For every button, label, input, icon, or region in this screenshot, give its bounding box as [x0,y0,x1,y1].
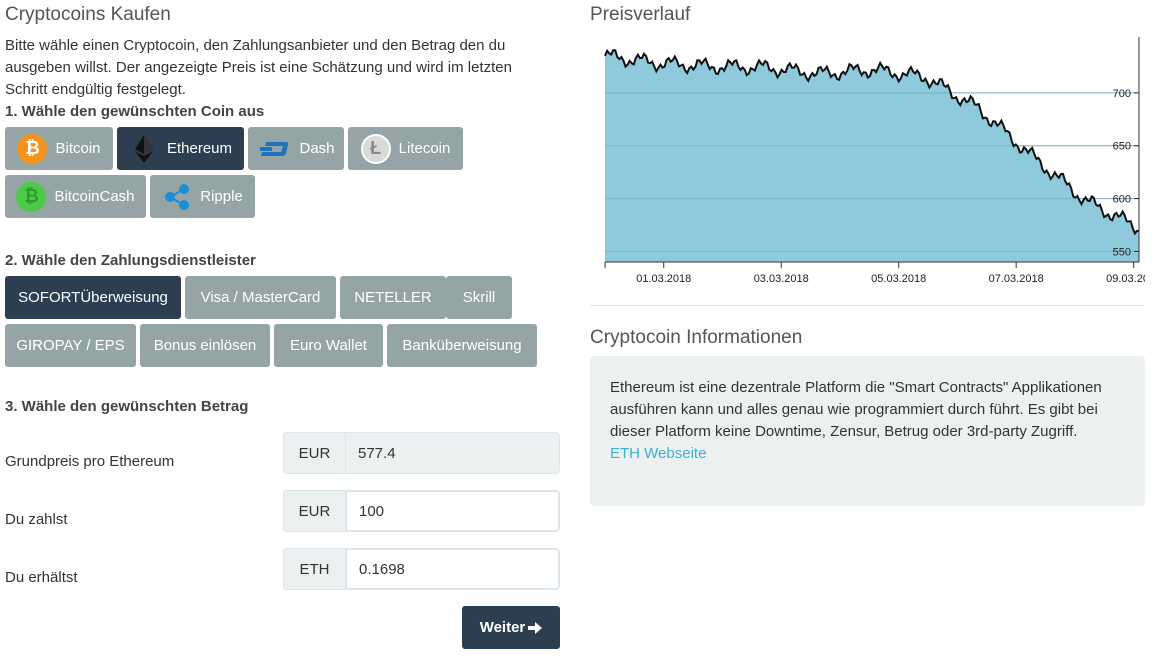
provider-button-bankueberweisung[interactable]: Banküberweisung [387,324,537,367]
step3-heading: 3. Wähle den gewünschten Betrag [5,398,249,415]
pay-amount-label: Du zahlst [5,511,68,528]
coin-label: Litecoin [398,140,451,157]
coin-label: Ethereum [166,140,233,157]
coin-label: BitcoinCash [54,188,135,205]
step2-heading: 2. Wähle den Zahlungsdienstleister [5,252,256,269]
coin-label: Ripple [200,188,243,205]
arrow-right-icon [528,621,543,634]
coin-button-ripple[interactable]: Ripple [150,175,255,218]
provider-button-giropay[interactable]: GIROPAY / EPS [5,324,136,367]
step1-heading: 1. Wähle den gewünschten Coin aus [5,103,265,120]
ripple-icon [162,182,192,212]
weiter-button[interactable]: Weiter [462,606,560,649]
dash-icon [257,134,291,164]
info-box: Ethereum ist eine dezentrale Platform di… [590,356,1145,506]
coin-button-bitcoincash[interactable]: ₿ BitcoinCash [5,175,146,218]
y-tick-label: 600 [1113,194,1131,206]
price-chart-svg: 550 600 650 700 01.03.2018 03.03.2018 05.03.20… [604,37,1153,285]
base-price-field: 577.4 [345,432,560,474]
coin-label: Bitcoin [55,140,101,157]
eth-website-link[interactable]: ETH Webseite [610,445,706,462]
pay-amount-unit: EUR [283,490,345,532]
intro-text: Bitte wähle einen Cryptocoin, den Zahlun… [5,37,512,98]
coin-button-ethereum[interactable]: Ethereum [117,127,244,170]
chart-title: Preisverlauf [590,4,691,25]
coin-button-litecoin[interactable]: Ł Litecoin [348,127,463,170]
provider-button-visa-mastercard[interactable]: Visa / MasterCard [185,276,336,319]
provider-button-skrill[interactable]: Skrill [446,276,512,319]
base-price-unit: EUR [283,432,345,474]
price-area [605,50,1139,263]
receive-amount-label: Du erhältst [5,569,78,586]
y-tick-label: 550 [1113,246,1131,258]
coin-button-dash[interactable]: Dash [248,127,344,170]
page-title: Cryptocoins Kaufen [5,4,171,25]
x-tick-label: 05.03.2018 [871,273,926,285]
base-price-label: Grundpreis pro Ethereum [5,453,175,470]
x-tick-label: 03.03.2018 [754,273,809,285]
ethereum-icon [129,134,159,164]
provider-button-neteller[interactable]: NETELLER [340,276,446,319]
provider-button-sofort[interactable]: SOFORTÜberweisung [5,276,181,319]
receive-amount-unit: ETH [283,548,345,590]
divider [590,305,1145,306]
coin-button-bitcoin[interactable]: ₿ Bitcoin [5,127,113,170]
x-tick-label: 07.03.2018 [989,273,1044,285]
pay-amount-input[interactable]: 100 [345,490,560,532]
info-title: Cryptocoin Informationen [590,327,803,348]
provider-button-euro-wallet[interactable]: Euro Wallet [274,324,383,367]
provider-button-bonus[interactable]: Bonus einlösen [140,324,270,367]
y-tick-label: 700 [1113,88,1131,100]
info-text: Ethereum ist eine dezentrale Platform di… [610,379,1102,440]
coin-label: Dash [299,140,335,157]
x-tick-label: 01.03.2018 [636,273,691,285]
receive-amount-input[interactable]: 0.1698 [345,548,560,590]
litecoin-icon: Ł [360,133,391,164]
x-tick-label: 09.03.2018 [1106,273,1145,285]
bitcoin-icon: ₿ [17,133,48,164]
y-tick-label: 650 [1113,141,1131,153]
price-chart: 550 600 650 700 01.03.2018 03.03.2018 05.03.20… [590,32,1153,292]
bitcoincash-icon: ₿ [16,181,47,212]
weiter-label: Weiter [479,619,526,636]
